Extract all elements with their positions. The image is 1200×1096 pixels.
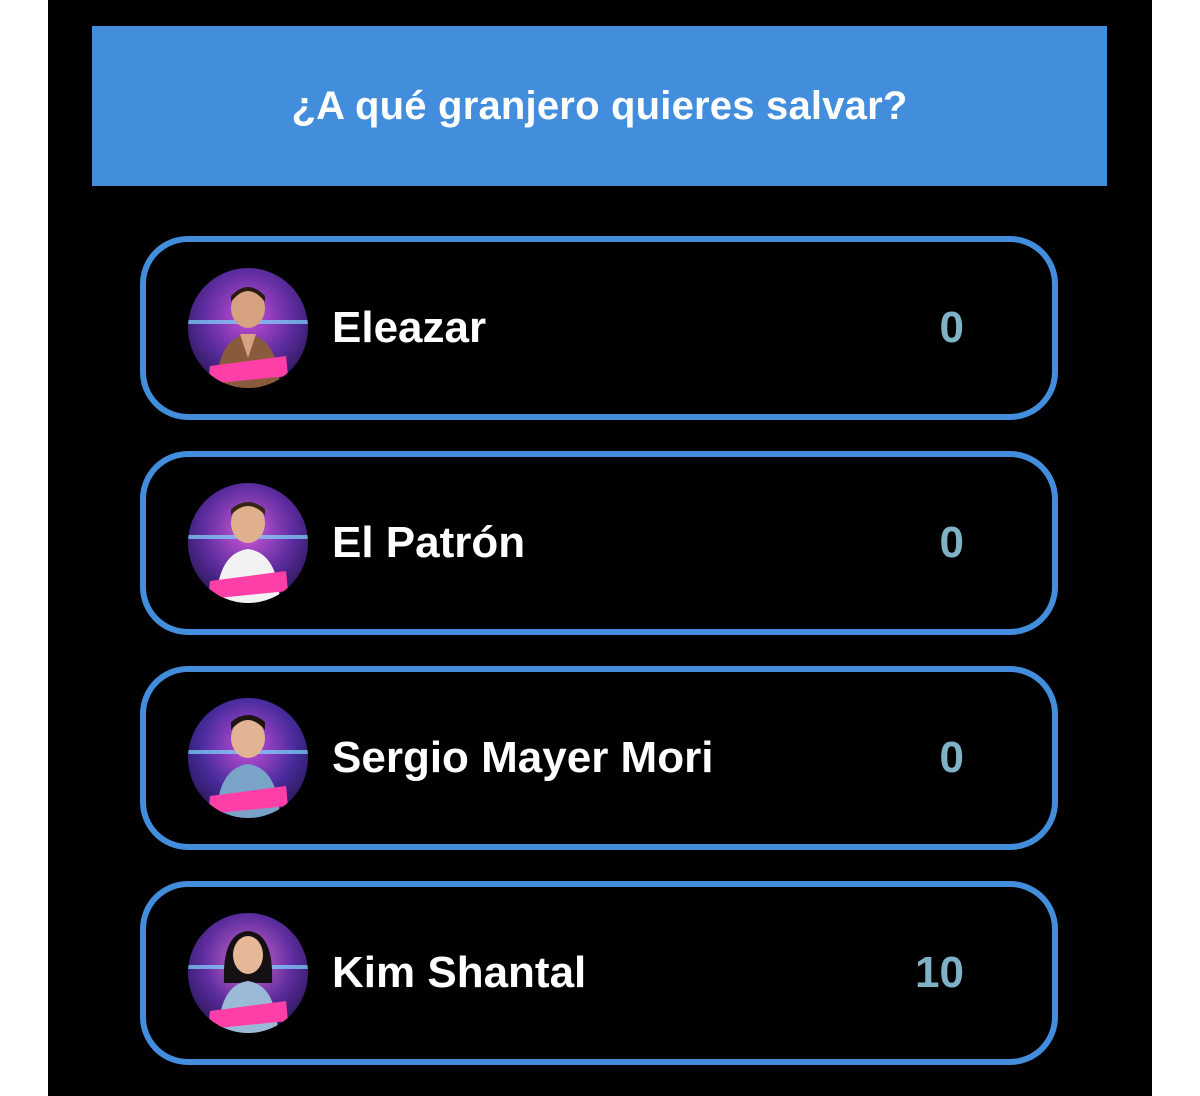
vote-count: 10 <box>915 948 964 997</box>
poll-container: ¿A qué granjero quieres salvar? Eleazar … <box>48 0 1152 1096</box>
poll-option-eleazar[interactable]: Eleazar 0 <box>140 236 1058 420</box>
contestant-name: El Patrón <box>332 518 526 567</box>
contestant-avatar-icon <box>188 483 308 603</box>
contestant-avatar-icon <box>188 913 308 1033</box>
poll-option-kim-shantal[interactable]: Kim Shantal 10 <box>140 881 1058 1065</box>
contestant-name: Kim Shantal <box>332 948 587 997</box>
poll-header: ¿A qué granjero quieres salvar? <box>92 26 1107 186</box>
poll-option-sergio-mayer-mori[interactable]: Sergio Mayer Mori 0 <box>140 666 1058 850</box>
vote-count: 0 <box>939 303 964 352</box>
poll-option-el-patron[interactable]: El Patrón 0 <box>140 451 1058 635</box>
contestant-avatar-icon <box>188 698 308 818</box>
vote-count: 0 <box>939 518 964 567</box>
contestant-name: Sergio Mayer Mori <box>332 733 714 782</box>
contestant-name: Eleazar <box>332 303 487 352</box>
contestant-avatar-icon <box>188 268 308 388</box>
poll-question: ¿A qué granjero quieres salvar? <box>291 83 908 128</box>
vote-count: 0 <box>939 733 964 782</box>
